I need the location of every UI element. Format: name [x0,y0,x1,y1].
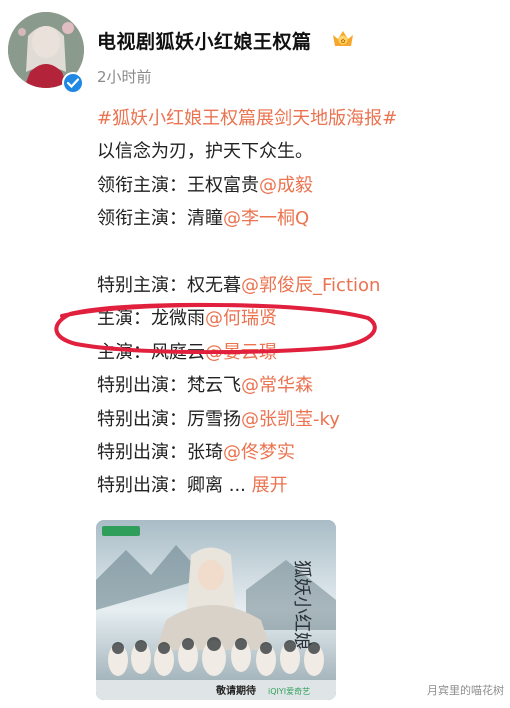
cast-line: 领衔主演：清瞳@李一桐Q [97,202,502,235]
cast-role: 领衔主演：王权富贵 [97,174,259,196]
mention-link[interactable]: @郭俊辰_Fiction [241,275,380,296]
poster-title: 狐妖小红娘 [291,560,312,650]
hashtag-link[interactable]: #狐妖小红娘王权篇展剑天地版海报# [97,108,397,129]
expand-link[interactable]: 展开 [252,475,288,496]
cast-role: 主演：风庭云 [97,341,205,363]
cast-line: 主演：龙微雨@何瑞贤 [97,302,502,335]
cast-role: 领衔主演：清瞳 [97,208,223,230]
cast-line: 特别出演：梵云飞@常华森 [97,369,502,402]
mention-link[interactable]: @晏云璟 [205,342,277,363]
cast-role: 特别出演：卿离 [97,475,223,497]
cast-role: 特别出演：厉雪扬 [97,408,241,430]
slogan-line: 以信念为刃，护天下众生。 [97,141,313,163]
mention-link[interactable]: @佟梦实 [223,442,295,463]
poster-promo-text: 敬请期待 [215,684,256,697]
svg-text:✿: ✿ [340,38,345,45]
ellipsis: ... [228,475,246,497]
cast-role: 特别出演：张琦 [97,441,223,463]
cast-role: 主演：龙微雨 [97,308,205,330]
cast-line: 主演：风庭云@晏云璟 [97,336,502,369]
poster-platform-logo: iQIYI爱奇艺 [268,686,310,696]
mention-link[interactable]: @成毅 [259,175,313,196]
verified-badge-icon [62,72,84,94]
mention-link[interactable]: @何瑞贤 [205,308,277,329]
cast-role: 特别主演：权无暮 [97,274,241,296]
poster-artwork: 狐妖小红娘 敬请期待 iQIYI爱奇艺 [96,520,336,700]
cast-line: 特别出演：厉雪扬@张凯莹-ky [97,403,502,436]
cast-line-truncated: 特别出演：卿离 ... 展开 [97,469,502,502]
account-name[interactable]: 电视剧狐妖小红娘王权篇 [97,27,312,54]
hashtag-line: #狐妖小红娘王权篇展剑天地版海报# [97,102,502,135]
mention-link[interactable]: @常华森 [241,375,313,396]
cast-line: 领衔主演：王权富贵@成毅 [97,169,502,202]
watermark: 月宾里的喵花树 [427,684,504,697]
post-body: #狐妖小红娘王权篇展剑天地版海报# 以信念为刃，护天下众生。 领衔主演：王权富贵… [97,102,502,503]
cast-line: 特别出演：张琦@佟梦实 [97,436,502,469]
mention-link[interactable]: @张凯莹-ky [241,409,340,430]
mention-link[interactable]: @李一桐Q [223,208,309,229]
cast-line: 特别主演：权无暮@郭俊辰_Fiction [97,269,502,302]
cast-role: 特别出演：梵云飞 [97,375,241,397]
member-crown-icon[interactable]: ✿ [330,26,356,52]
post-time: 2小时前 [97,68,152,86]
poster-image[interactable]: 狐妖小红娘 敬请期待 iQIYI爱奇艺 [96,520,336,700]
